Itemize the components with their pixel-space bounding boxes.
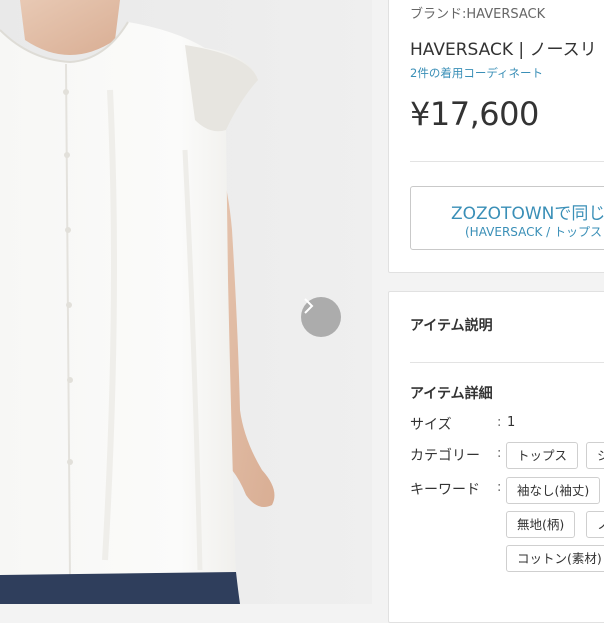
product-photo[interactable]	[0, 0, 372, 604]
size-label: サイズ	[410, 417, 452, 433]
zozotown-button[interactable]: ZOZOTOWNで同じ (HAVERSACK / トップス	[410, 186, 604, 250]
category-colon: :	[497, 446, 502, 461]
divider	[410, 161, 604, 162]
next-image-button[interactable]	[301, 297, 341, 337]
size-colon: :	[497, 415, 502, 430]
keyword-label: キーワード	[410, 482, 480, 498]
category-tag[interactable]: トップス	[506, 442, 579, 469]
size-value: 1	[507, 415, 516, 430]
product-title: HAVERSACK | ノースリ	[410, 40, 597, 60]
chevron-right-icon	[304, 298, 314, 314]
keyword-tag[interactable]: ノ	[586, 511, 604, 538]
category-tag[interactable]: シ	[586, 442, 604, 469]
keyword-tag[interactable]: 袖なし(袖丈)	[506, 477, 601, 504]
item-details-title: アイテム詳細	[410, 386, 493, 402]
zozotown-button-label: ZOZOTOWNで同じ	[451, 204, 604, 224]
zozotown-button-sublabel: (HAVERSACK / トップス	[465, 225, 603, 239]
product-price: ¥17,600	[410, 95, 539, 133]
divider	[410, 362, 604, 363]
keyword-tag[interactable]: コットン(素材)	[506, 545, 604, 572]
brand-link[interactable]: ブランド:HAVERSACK	[410, 3, 545, 22]
keyword-tag[interactable]: 無地(柄)	[506, 511, 576, 538]
keyword-colon: :	[497, 480, 502, 495]
category-label: カテゴリー	[410, 448, 480, 464]
coordinate-link[interactable]: 2件の着用コーディネート	[410, 65, 543, 81]
item-description-title: アイテム説明	[410, 318, 493, 334]
